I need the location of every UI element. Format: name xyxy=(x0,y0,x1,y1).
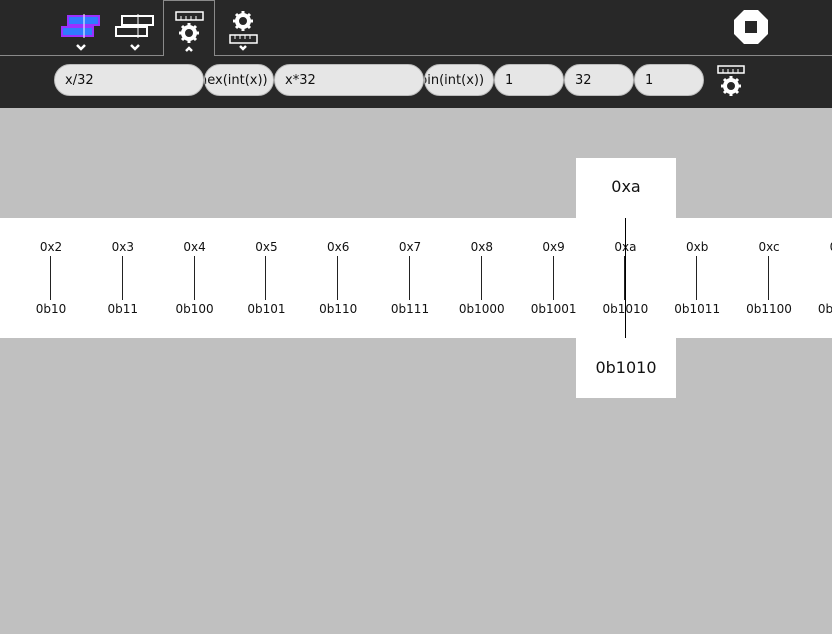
bottom-format-value: bin(int(x)) xyxy=(424,73,485,88)
bottom-format-input[interactable]: bin(int(x)) xyxy=(424,64,494,96)
main-toolbar xyxy=(0,0,832,56)
min-input[interactable]: 1 xyxy=(494,64,564,96)
ruler-mark-top-label: 0x7 xyxy=(398,240,422,254)
ruler-tick xyxy=(193,256,195,300)
cursor-bottom-value: 0b1010 xyxy=(576,338,676,398)
stop-button[interactable] xyxy=(733,9,769,45)
ruler-tick xyxy=(121,256,123,300)
ruler-mark-top-label: 0x9 xyxy=(542,240,565,254)
ruler-tick xyxy=(552,256,554,300)
ruler-mark-bottom-label: 0b101 xyxy=(247,302,286,316)
ruler-mark: 0xd 0b1101 xyxy=(805,218,832,338)
ruler-mark-bottom-label: 0b1011 xyxy=(674,302,721,316)
ruler-mark-bottom-label: 0b1101 xyxy=(817,302,832,316)
ruler-mark-bottom-label: 0b1000 xyxy=(458,302,505,316)
ruler-mark-top-label: 0x3 xyxy=(111,240,134,254)
ruler-mark-top-label: 0x2 xyxy=(39,240,63,254)
blocks-palette-button[interactable] xyxy=(56,0,108,55)
ruler-mark: 0x9 0b1001 xyxy=(518,218,590,338)
ruler-mark: 0x3 0b11 xyxy=(87,218,159,338)
ruler-mark-bottom-label: 0b111 xyxy=(390,302,430,316)
ruler-mark: 0x8 0b1000 xyxy=(446,218,518,338)
ruler-mark-bottom-label: 0b11 xyxy=(107,302,139,316)
ruler-settings-apply-button[interactable] xyxy=(714,64,748,100)
ruler-mark: 0xc 0b1100 xyxy=(733,218,805,338)
ruler-mark-top-label: 0xb xyxy=(686,240,709,254)
ruler-tick xyxy=(265,256,267,300)
ruler-tick xyxy=(480,256,482,300)
colored-blocks-icon xyxy=(61,14,100,51)
top-format-value: hex(int(x)) xyxy=(204,73,268,88)
ruler-mark: 0x2 0b10 xyxy=(15,218,87,338)
ruler-mark-bottom-label: 0b100 xyxy=(175,302,214,316)
ruler-mark-bottom-label: 0b110 xyxy=(319,302,358,316)
ruler-tick xyxy=(409,256,410,300)
ruler-mark: 0x7 0b111 xyxy=(374,218,446,338)
ruler-tick xyxy=(337,256,339,300)
stop-icon xyxy=(734,10,768,44)
ruler-tick xyxy=(768,256,769,300)
ruler-gear-icon xyxy=(175,11,204,52)
canvas[interactable]: 0xa 0x2 0b10 0x3 0b11 0x4 0b100 0x5 0b101 0x6 0b1… xyxy=(0,108,832,634)
blocks-outline-button[interactable] xyxy=(110,0,162,55)
ruler-mark-top-label: 0xc xyxy=(758,240,780,254)
ruler-mark-top-label: 0x8 xyxy=(470,240,493,254)
ruler-mark-top-label: 0x6 xyxy=(327,240,350,254)
max-input[interactable]: 32 xyxy=(564,64,634,96)
ruler-mark-top-label: 0x5 xyxy=(255,240,278,254)
ruler-mark: 0x6 0b110 xyxy=(302,218,374,338)
ruler-cursor-line[interactable] xyxy=(625,218,626,338)
bottom-forward-input[interactable]: x*32 xyxy=(274,64,424,96)
cursor-top-value: 0xa xyxy=(576,158,676,218)
ruler-mark-bottom-label: 0b1001 xyxy=(530,302,577,316)
step-input[interactable]: 1 xyxy=(634,64,704,96)
ruler-mark: 0xb 0b1011 xyxy=(661,218,733,338)
ruler-settings-bar: x/32 hex(int(x)) x*32 bin(int(x)) 1 32 1 xyxy=(0,56,832,108)
ruler-mark: 0x4 0b100 xyxy=(159,218,231,338)
outline-blocks-icon xyxy=(115,14,154,51)
ruler-tick xyxy=(50,256,51,300)
ruler-mark-top-label: 0xd xyxy=(805,240,832,254)
top-forward-input[interactable]: x/32 xyxy=(54,64,204,96)
gear-ruler-icon xyxy=(229,11,258,51)
ruler-mark-bottom-label: 0b10 xyxy=(35,302,67,316)
ruler-gear-icon xyxy=(717,65,745,96)
ruler-tick xyxy=(696,256,698,300)
top-format-input[interactable]: hex(int(x)) xyxy=(204,64,274,96)
settings-ruler-button[interactable] xyxy=(217,0,269,55)
ruler-mark-bottom-label: 0b1100 xyxy=(746,302,792,316)
ruler-settings-button[interactable] xyxy=(163,0,215,56)
ruler-widget[interactable]: 0x2 0b10 0x3 0b11 0x4 0b100 0x5 0b101 0x6 0b110 0x… xyxy=(0,218,832,338)
ruler-mark: 0x5 0b101 xyxy=(230,218,302,338)
ruler-mark-top-label: 0x4 xyxy=(183,240,206,254)
